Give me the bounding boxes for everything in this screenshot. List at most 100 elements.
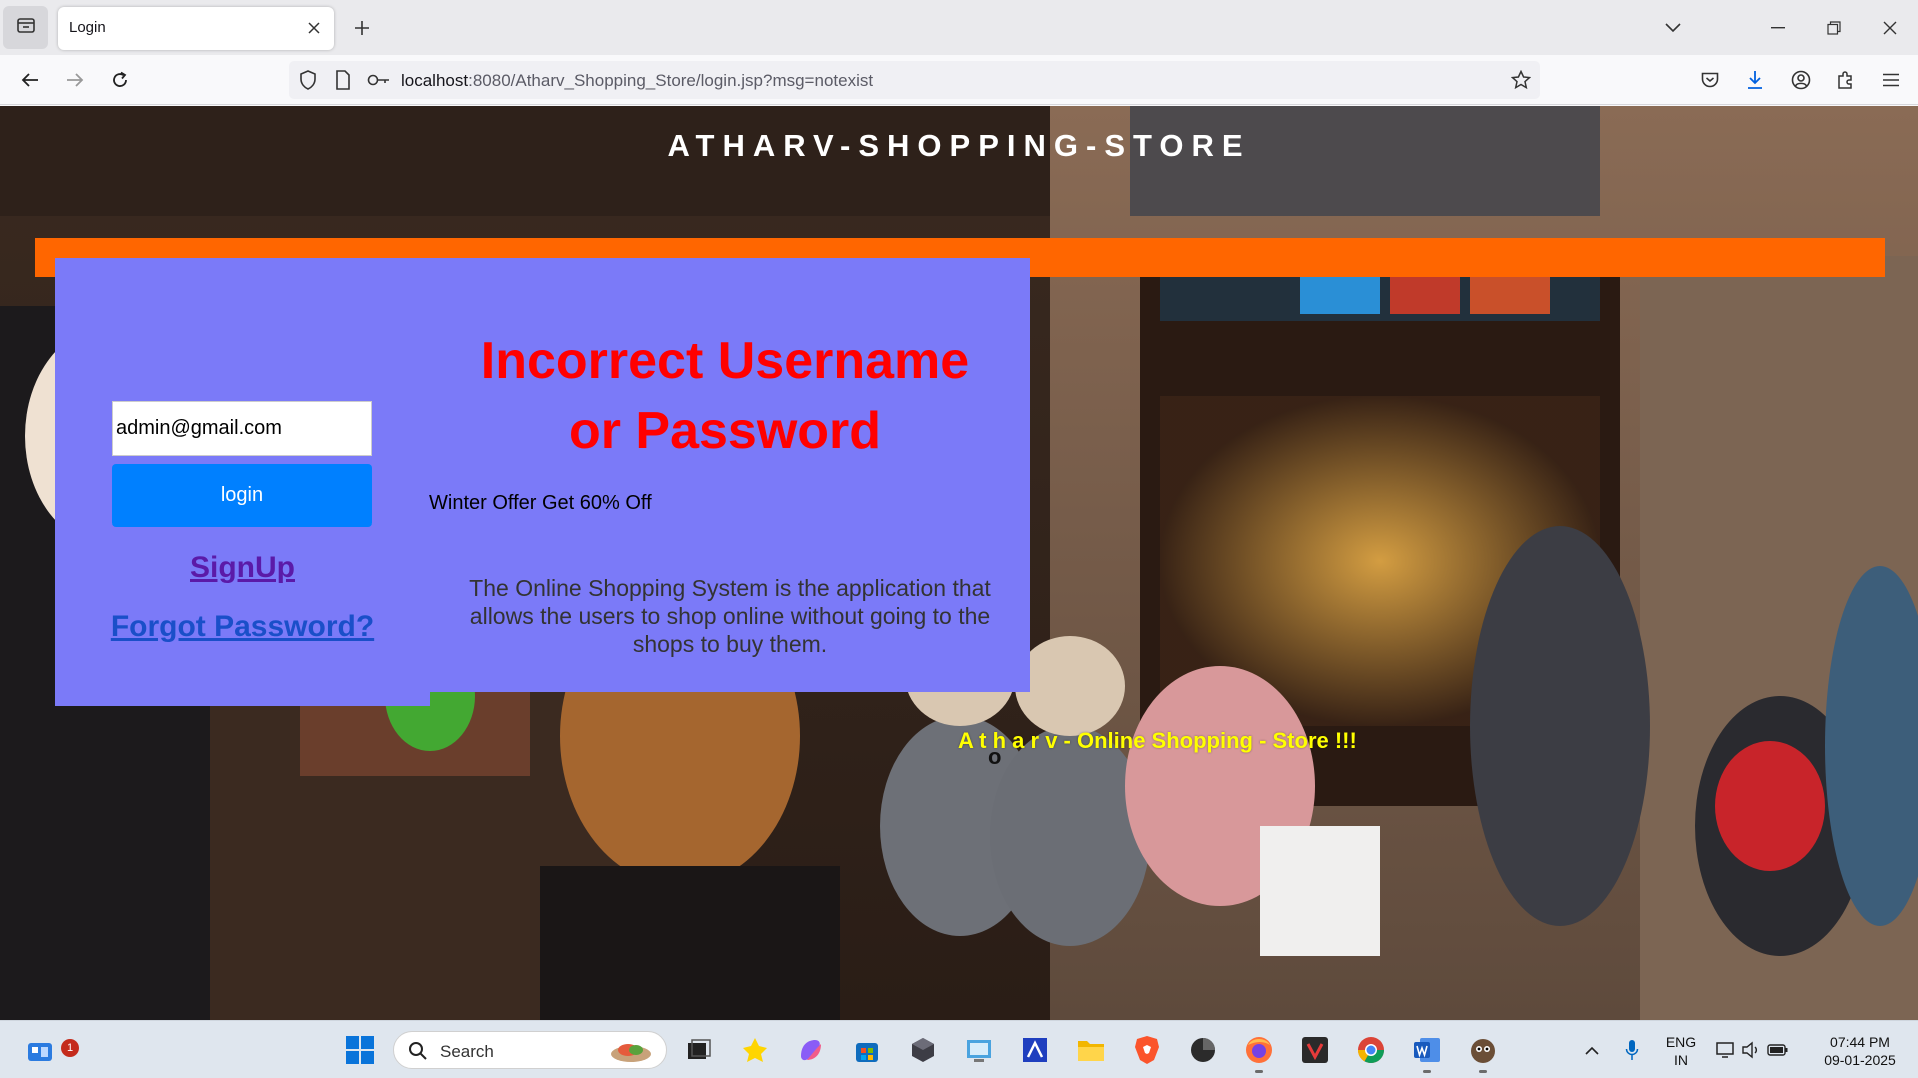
url-path: :8080/Atharv_Shopping_Store/login.jsp?ms… <box>468 71 874 90</box>
taskbar-search-box[interactable]: Search <box>393 1031 667 1069</box>
error-message-line-2: or Password <box>568 402 882 460</box>
reload-icon <box>113 71 127 87</box>
taskbar-app-gimp[interactable] <box>1464 1031 1502 1073</box>
tab-close-icon[interactable] <box>302 16 326 40</box>
taskbar-app-file-explorer[interactable] <box>1072 1031 1110 1069</box>
page-viewport: ATHARV-SHOPPING-STORE admin@gmail.com ••… <box>0 106 1918 1020</box>
notification-badge: 1 <box>61 1039 79 1057</box>
system-status-button[interactable] <box>1710 1031 1794 1069</box>
tab-strip: Login <box>0 0 1918 55</box>
taskbar-app-chrome[interactable] <box>1352 1031 1390 1069</box>
arrow-right-icon <box>67 73 84 87</box>
message-panel: Incorrect Username or Password Winter Of… <box>429 258 1030 692</box>
widgets-icon <box>28 1043 52 1061</box>
navigation-toolbar: localhost:8080/Atharv_Shopping_Store/log… <box>0 55 1918 105</box>
search-highlight-icon <box>608 1038 654 1069</box>
taskbar-app-store[interactable] <box>848 1031 886 1069</box>
v-app-icon <box>1302 1037 1328 1063</box>
marquee-text: A t h a r v - Online Shopping - Store !!… <box>958 728 1357 753</box>
reload-button[interactable] <box>104 64 136 96</box>
email-field[interactable]: admin@gmail.com <box>112 401 372 456</box>
arrow-left-icon <box>21 73 38 87</box>
address-bar[interactable]: localhost:8080/Atharv_Shopping_Store/log… <box>289 61 1540 99</box>
folder-icon <box>1078 1041 1104 1061</box>
tab-list-button[interactable] <box>3 6 48 49</box>
chevron-up-icon <box>1585 1046 1599 1055</box>
brave-browser-icon <box>1135 1036 1159 1064</box>
taskbar-app-editor[interactable] <box>1016 1031 1054 1069</box>
network-icon <box>1716 1042 1734 1058</box>
taskbar-app-firefox[interactable] <box>1240 1031 1278 1073</box>
pocket-button[interactable] <box>1694 64 1726 96</box>
taskbar-app-control-panel[interactable] <box>960 1031 998 1069</box>
input-language-indicator[interactable]: ENG IN <box>1658 1033 1704 1069</box>
region-code: IN <box>1674 1052 1688 1068</box>
search-label: Search <box>440 1042 494 1061</box>
cube-app-icon <box>912 1038 934 1062</box>
error-message-line-1: Incorrect Username <box>480 332 970 390</box>
start-button[interactable] <box>341 1031 379 1069</box>
download-icon <box>1748 71 1762 89</box>
page-icon <box>332 69 354 91</box>
clock[interactable]: 07:44 PM 09-01-2025 <box>1810 1033 1910 1069</box>
task-view-button[interactable] <box>680 1031 718 1069</box>
microphone-button[interactable] <box>1614 1031 1650 1069</box>
back-button[interactable] <box>14 64 46 96</box>
shield-icon[interactable] <box>297 69 319 91</box>
taskbar-app-sticky[interactable] <box>736 1031 774 1069</box>
tab-login[interactable]: Login <box>58 7 334 50</box>
sticky-app-icon <box>743 1038 767 1062</box>
show-hidden-icons-button[interactable] <box>1574 1031 1610 1069</box>
taskbar-app-copilot[interactable] <box>792 1031 830 1069</box>
bookmark-star-icon[interactable] <box>1510 69 1532 91</box>
offer-text: Winter Offer Get 60% Off <box>429 492 652 514</box>
downloads-button[interactable] <box>1739 64 1771 96</box>
clock-time: 07:44 PM <box>1830 1034 1890 1050</box>
windows-taskbar: 1 Search ENG IN 07:44 PM 09-01-2025 <box>0 1020 1918 1078</box>
running-indicator <box>1255 1070 1263 1073</box>
windows-logo-icon <box>346 1036 374 1064</box>
gimp-icon <box>1471 1039 1495 1063</box>
minimize-button[interactable] <box>1750 0 1806 55</box>
taskbar-app-red-v[interactable] <box>1296 1031 1334 1069</box>
taskbar-app-word[interactable] <box>1408 1031 1446 1073</box>
app-menu-button[interactable] <box>1875 64 1907 96</box>
forward-button[interactable] <box>59 64 91 96</box>
tab-title: Login <box>69 19 106 36</box>
login-button[interactable]: login <box>112 464 372 527</box>
clock-date: 09-01-2025 <box>1824 1052 1896 1068</box>
running-indicator <box>1423 1070 1431 1073</box>
list-all-tabs-button[interactable] <box>1655 12 1691 44</box>
running-indicator <box>1479 1070 1487 1073</box>
restore-button[interactable] <box>1806 0 1862 55</box>
description-text: The Online Shopping System is the applic… <box>469 575 991 657</box>
new-tab-button[interactable] <box>346 12 378 44</box>
battery-icon <box>1767 1044 1788 1056</box>
url-host: localhost <box>401 71 469 90</box>
taskbar-app-cube[interactable] <box>904 1031 942 1069</box>
signup-link[interactable]: SignUp <box>55 551 430 585</box>
widgets-button[interactable]: 1 <box>21 1031 79 1069</box>
hamburger-menu-icon <box>1883 73 1899 87</box>
editor-app-icon <box>1023 1038 1047 1062</box>
firefox-icon <box>1246 1037 1272 1063</box>
word-icon <box>1414 1038 1440 1062</box>
text-cursor-glyph: o <box>988 744 1002 769</box>
account-button[interactable] <box>1785 64 1817 96</box>
site-title: ATHARV-SHOPPING-STORE <box>667 128 1251 163</box>
forgot-password-link[interactable]: Forgot Password? <box>55 610 430 644</box>
minimize-icon <box>1771 26 1785 28</box>
chevron-down-icon <box>1665 23 1681 33</box>
url-text[interactable]: localhost:8080/Atharv_Shopping_Store/log… <box>401 71 873 91</box>
taskbar-app-dark-circle[interactable] <box>1184 1031 1222 1069</box>
taskbar-app-brave[interactable] <box>1128 1031 1166 1069</box>
close-window-button[interactable] <box>1862 0 1918 55</box>
search-icon <box>408 1041 428 1066</box>
restore-icon <box>1827 20 1841 35</box>
puzzle-icon <box>1838 71 1852 89</box>
aperture-app-icon <box>1191 1038 1215 1062</box>
extensions-button[interactable] <box>1830 64 1862 96</box>
plus-icon <box>355 21 369 35</box>
task-view-icon <box>688 1039 711 1059</box>
key-icon[interactable] <box>366 69 392 91</box>
